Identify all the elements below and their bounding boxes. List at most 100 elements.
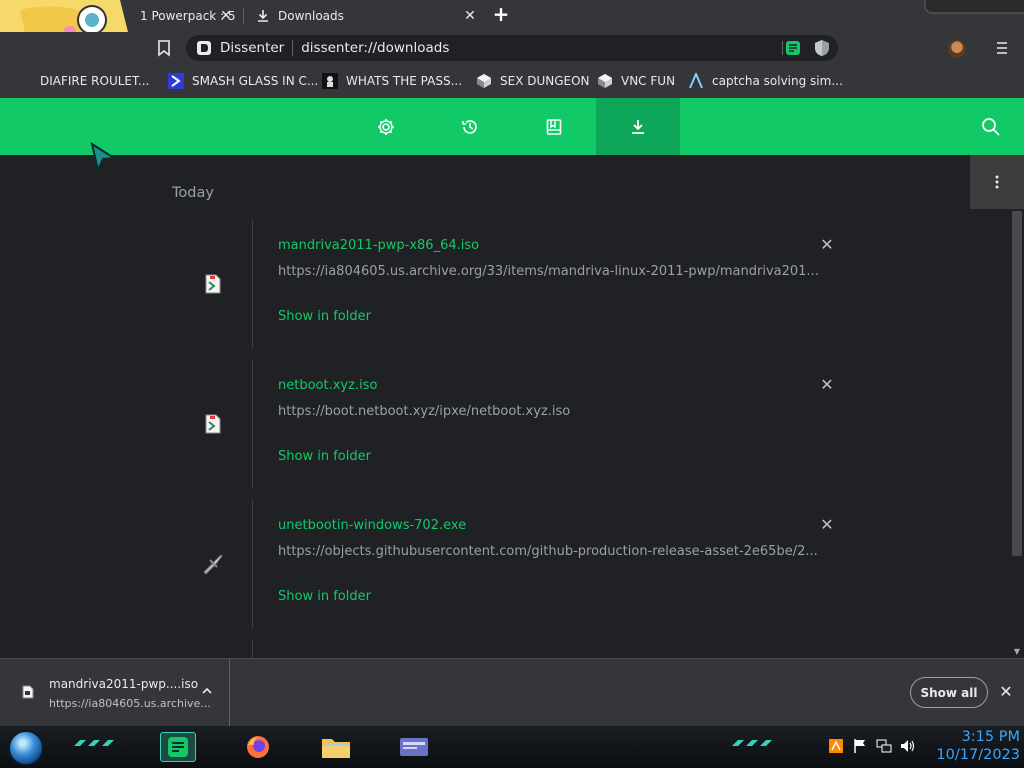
file-icon — [22, 685, 34, 699]
more-options-button[interactable] — [970, 155, 1024, 209]
taskbar-firefox-app[interactable] — [240, 732, 276, 762]
bookmark-label: WHATS THE PASS... — [346, 74, 463, 88]
chevron-up-icon[interactable] — [200, 684, 214, 698]
shield-icon[interactable] — [814, 39, 830, 57]
download-url[interactable]: https://boot.netboot.xyz/ipxe/netboot.xy… — [278, 404, 570, 419]
close-icon[interactable]: ✕ — [218, 8, 234, 24]
menu-icon[interactable] — [994, 40, 1010, 56]
browser-toolbar: Dissenter dissenter://downloads — [0, 32, 1024, 64]
url-text[interactable]: dissenter://downloads — [301, 40, 449, 56]
settings-button[interactable] — [344, 98, 428, 155]
clock-time: 3:15 PM — [961, 729, 1020, 745]
download-item: unetbootin-windows-702.exe https://objec… — [203, 500, 852, 628]
download-file-name[interactable]: unetbootin-windows-702.exe — [278, 518, 466, 533]
network-icon[interactable] — [876, 738, 892, 754]
start-button[interactable] — [8, 730, 44, 766]
date-heading: Today — [172, 185, 214, 201]
download-item: mandriva2011-pwp-x86_64.iso https://ia80… — [205, 220, 852, 348]
scrollbar-thumb[interactable] — [1012, 211, 1022, 556]
download-item: netboot.xyz.iso https://boot.netboot.xyz… — [205, 360, 852, 488]
bookmark-item[interactable]: VNC FUN — [597, 64, 675, 98]
tray-app-icon[interactable] — [828, 738, 844, 754]
show-in-folder-link[interactable]: Show in folder — [278, 449, 371, 464]
firefox-icon — [247, 736, 269, 758]
tab-downloads[interactable]: Downloads ✕ — [244, 0, 488, 32]
a-logo-icon — [689, 73, 703, 89]
show-in-folder-link[interactable]: Show in folder — [278, 589, 371, 604]
window-controls[interactable] — [924, 0, 1024, 14]
figure-icon — [322, 73, 338, 89]
flag-icon[interactable] — [852, 738, 868, 754]
bookmark-book-icon — [546, 118, 562, 135]
bookmark-label: DIAFIRE ROULET... — [40, 74, 150, 88]
taskbar: 3:15 PM 10/17/2023 — [0, 726, 1024, 768]
disc-file-icon — [205, 414, 221, 434]
cube-icon — [598, 74, 612, 88]
download-file-name[interactable]: mandriva2011-pwp-x86_64.iso — [278, 238, 479, 253]
bookmark-label: VNC FUN — [621, 74, 676, 88]
download-icon — [632, 119, 644, 134]
history-icon — [462, 119, 477, 134]
omnibox-separator — [292, 40, 294, 56]
comment-icon[interactable] — [782, 39, 800, 57]
new-tab-button[interactable]: + — [490, 4, 512, 26]
download-url[interactable]: https://objects.githubusercontent.com/gi… — [278, 544, 818, 559]
bookmark-item[interactable]: SEX DUNGEON — [476, 64, 590, 98]
remove-download-button[interactable]: ✕ — [819, 237, 835, 253]
download-url[interactable]: https://ia804605.us.archive.org/33/items… — [278, 264, 819, 279]
remove-download-button[interactable]: ✕ — [819, 377, 835, 393]
taskbar-clock[interactable]: 3:15 PM 10/17/2023 — [930, 728, 1020, 764]
scrollbar[interactable]: ▼ — [1010, 209, 1024, 658]
omnibox-actions — [782, 39, 830, 57]
shelf-file-name: mandriva2011-pwp....iso — [49, 677, 199, 691]
taskbar-explorer-app[interactable] — [318, 732, 354, 762]
downloads-list: Today mandriva2011-pwp-x86_64.iso https:… — [0, 155, 1024, 658]
bookmark-label: captcha solving sim... — [712, 74, 843, 88]
bookmark-icon[interactable] — [156, 39, 172, 57]
show-all-button[interactable]: Show all — [910, 677, 988, 708]
search-icon[interactable] — [980, 116, 1002, 138]
close-icon[interactable]: ✕ — [462, 8, 478, 24]
bookmark-item[interactable]: WHATS THE PASS... — [322, 64, 462, 98]
disc-file-icon — [205, 274, 221, 294]
taskbar-window-app[interactable] — [396, 732, 432, 762]
cube-icon — [477, 74, 491, 88]
tab-title: Downloads — [278, 9, 344, 23]
bookmark-label: SMASH GLASS IN C... — [192, 74, 319, 88]
profile-avatar[interactable] — [948, 40, 966, 58]
close-shelf-button[interactable]: ✕ — [998, 684, 1014, 700]
folder-icon — [322, 739, 350, 758]
program-icon — [203, 554, 223, 575]
downloads-header — [0, 98, 1024, 155]
bookmark-item[interactable]: SMASH GLASS IN C... — [168, 64, 318, 98]
downloads-button[interactable] — [596, 98, 680, 155]
bookmarks-bar: DIAFIRE ROULET... SMASH GLASS IN C... WH… — [0, 64, 1024, 98]
bookmarks-button[interactable] — [512, 98, 596, 155]
history-button[interactable] — [428, 98, 512, 155]
show-in-folder-link[interactable]: Show in folder — [278, 309, 371, 324]
tab-strip: 1 Powerpack : 5 ✕ Downloads ✕ + — [0, 0, 1024, 128]
site-name: Dissenter — [220, 40, 285, 56]
volume-icon[interactable] — [900, 738, 916, 754]
download-icon — [258, 10, 268, 22]
bookmark-item[interactable]: DIAFIRE ROULET... — [40, 64, 149, 98]
download-shelf: mandriva2011-pwp....iso https://ia804605… — [0, 658, 1024, 727]
shelf-download-item[interactable]: mandriva2011-pwp....iso https://ia804605… — [0, 659, 230, 727]
download-item — [252, 640, 852, 658]
shelf-file-url: https://ia804605.us.archive... — [49, 697, 211, 710]
system-tray — [828, 738, 916, 754]
decoration-chevrons — [74, 740, 114, 746]
chevron-icon — [168, 73, 184, 89]
remove-download-button[interactable]: ✕ — [819, 517, 835, 533]
taskbar-dissenter-app[interactable] — [160, 732, 196, 762]
download-file-name[interactable]: netboot.xyz.iso — [278, 378, 377, 393]
bookmark-item[interactable]: captcha solving sim... — [688, 64, 843, 98]
decoration-chevrons — [732, 740, 772, 746]
address-bar[interactable]: Dissenter dissenter://downloads — [186, 35, 838, 61]
window-icon — [400, 738, 428, 756]
dissenter-logo-icon — [197, 41, 211, 55]
gear-icon — [378, 118, 394, 135]
scroll-down-arrow[interactable]: ▼ — [1012, 648, 1022, 656]
comment-icon — [168, 737, 188, 757]
bookmark-label: SEX DUNGEON — [500, 74, 590, 88]
